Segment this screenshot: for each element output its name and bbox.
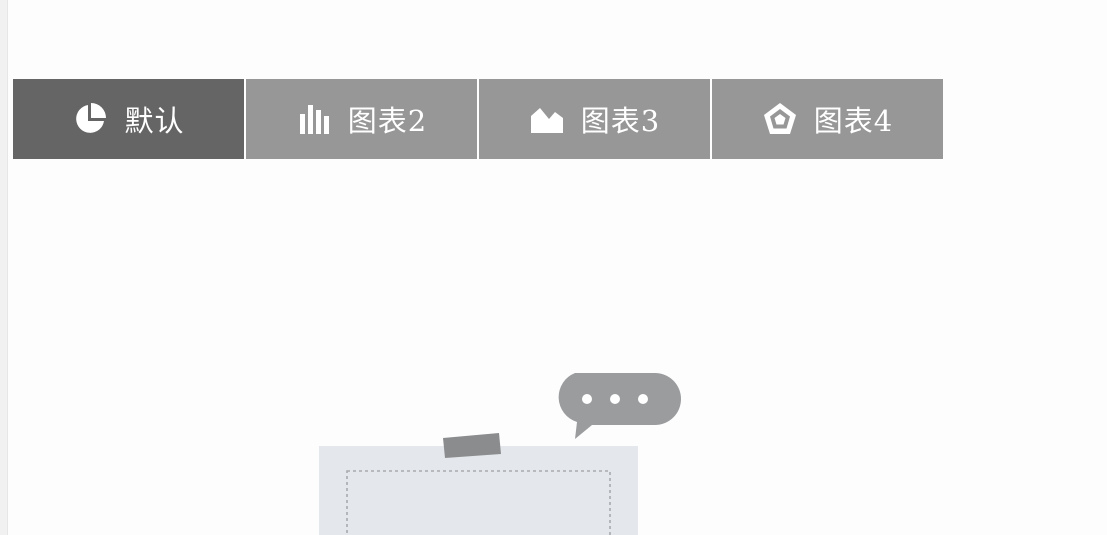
tab-label: 默认 (124, 104, 185, 138)
tab-label: 图表2 (347, 104, 428, 138)
chart-type-tabbar: 默认 图表2 图表3 图表4 (13, 79, 943, 159)
empty-state-illustration (319, 373, 681, 535)
left-edge-strip (0, 0, 8, 535)
tab-label: 图表3 (580, 104, 661, 138)
tab-chart2[interactable]: 图表2 (246, 79, 479, 159)
pie-chart-icon (72, 101, 108, 137)
area-chart-icon (529, 101, 565, 137)
tab-default[interactable]: 默认 (13, 79, 246, 159)
tab-chart3[interactable]: 图表3 (479, 79, 712, 159)
tab-label: 图表4 (813, 104, 894, 138)
radar-chart-icon (762, 101, 798, 137)
bar-chart-icon (296, 101, 332, 137)
tab-chart4[interactable]: 图表4 (712, 79, 943, 159)
